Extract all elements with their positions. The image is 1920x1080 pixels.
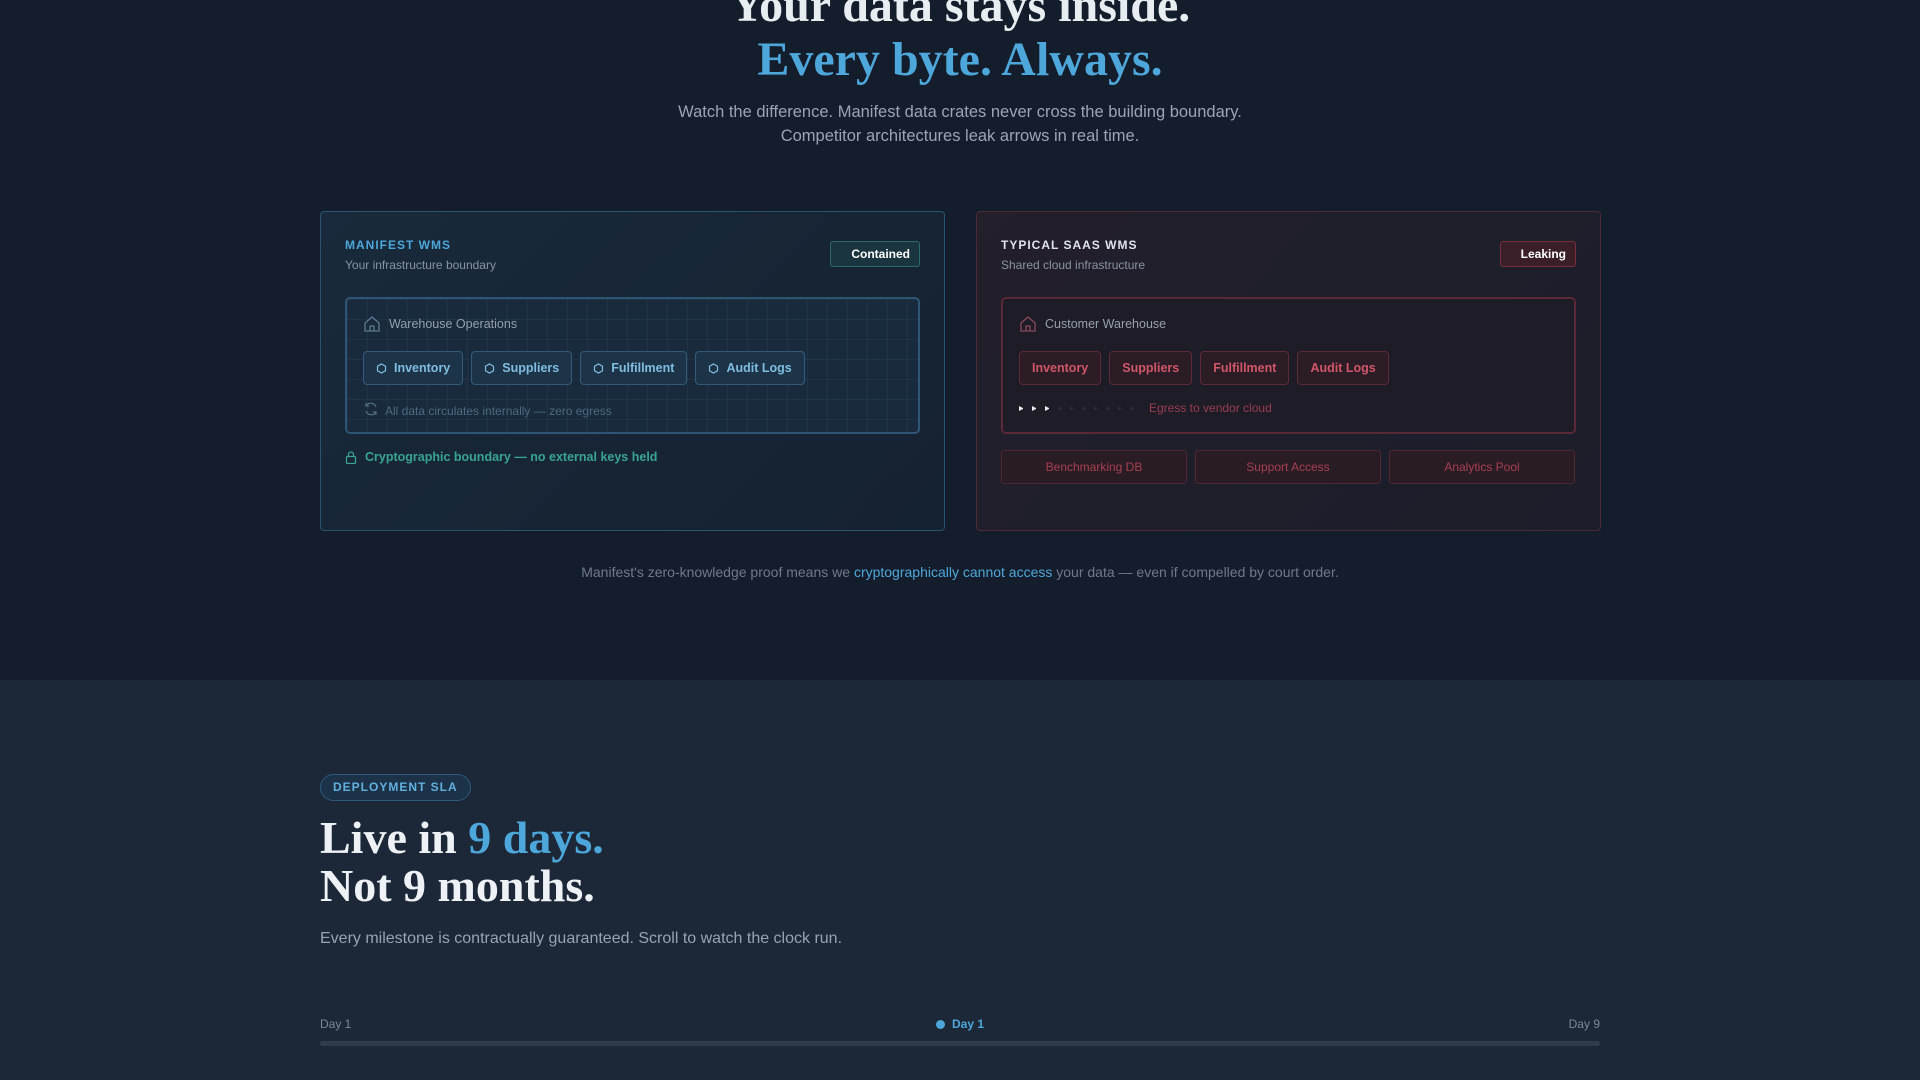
egress-dot — [1082, 406, 1085, 410]
sla-heading: Live in 9 days. Not 9 months. — [320, 814, 604, 910]
manifest-card: MANIFEST WMS Your infrastructure boundar… — [320, 211, 945, 531]
timeline-start-label: Day 1 — [320, 1017, 352, 1031]
hexagon-icon — [376, 362, 387, 374]
card-subtitle: Your infrastructure boundary — [345, 258, 496, 272]
status-badge-leaking: Leaking — [1499, 241, 1576, 267]
zero-knowledge-footnote: Manifest's zero-knowledge proof means we… — [0, 564, 1920, 580]
hexagon-icon — [484, 362, 495, 374]
egress-dot — [1118, 406, 1121, 410]
egress-dot — [1130, 406, 1133, 410]
egress-arrow-icon — [1045, 405, 1049, 411]
module-label: Fulfillment — [611, 361, 675, 375]
card-title: TYPICAL SAAS WMS — [1001, 238, 1138, 252]
lock-icon — [345, 450, 357, 464]
deployment-sla-badge: DEPLOYMENT SLA — [320, 774, 471, 801]
module-label: Suppliers — [1122, 361, 1180, 375]
leak-target-support: Support Access — [1195, 450, 1381, 484]
footnote-highlight: cryptographically cannot access — [853, 564, 1053, 580]
egress-arrow-icon — [1032, 405, 1036, 411]
sla-subtitle: Every milestone is contractually guarant… — [320, 930, 843, 947]
leak-targets: Benchmarking DB Support Access Analytics… — [1001, 450, 1575, 484]
module-list: Inventory Suppliers Fulfillment Audit Lo… — [1019, 351, 1389, 385]
footnote-text: your data — even if compelled by court o… — [1052, 564, 1339, 580]
module-inventory[interactable]: Inventory — [1019, 351, 1102, 385]
hexagon-icon — [708, 362, 719, 374]
module-fulfillment[interactable]: Fulfillment — [1200, 351, 1290, 385]
footnote-text: Manifest's zero-knowledge proof means we — [581, 564, 854, 580]
hero-title: Your data stays inside. — [729, 0, 1191, 32]
module-label: Suppliers — [502, 361, 560, 375]
warehouse-boundary-box: Warehouse Operations Inventory Suppliers… — [345, 297, 920, 434]
box-note: All data circulates internally — zero eg… — [363, 401, 612, 420]
hexagon-icon — [593, 362, 604, 374]
hero-subtitle-line: Watch the difference. Manifest data crat… — [678, 103, 1242, 121]
card-subtitle: Shared cloud infrastructure — [1001, 258, 1146, 272]
egress-dot — [1058, 406, 1061, 410]
module-audit-logs[interactable]: Audit Logs — [1297, 351, 1389, 385]
hero-title-accent: Every byte. Always. — [757, 33, 1163, 86]
customer-warehouse-box: Customer Warehouse Inventory Suppliers F… — [1001, 297, 1576, 434]
boundary-note: Cryptographic boundary — no external key… — [345, 450, 657, 464]
status-badge-contained: Contained — [830, 241, 920, 267]
module-label: Audit Logs — [726, 361, 792, 375]
card-title: MANIFEST WMS — [345, 238, 451, 252]
box-note-text: All data circulates internally — zero eg… — [385, 403, 612, 418]
module-suppliers[interactable]: Suppliers — [471, 351, 573, 385]
box-header: Customer Warehouse — [1019, 315, 1166, 333]
egress-note-text: Egress to vendor cloud — [1149, 401, 1272, 415]
box-header: Warehouse Operations — [363, 315, 517, 333]
boundary-note-text: Cryptographic boundary — no external key… — [365, 450, 658, 464]
house-icon — [1019, 315, 1037, 333]
module-label: Inventory — [394, 361, 451, 375]
module-label: Fulfillment — [1213, 361, 1277, 375]
egress-arrow-icon — [1019, 405, 1023, 411]
module-label: Audit Logs — [1310, 361, 1376, 375]
saas-card: TYPICAL SAAS WMS Shared cloud infrastruc… — [976, 211, 1601, 531]
timeline-current-label: Day 1 — [952, 1017, 985, 1031]
sla-heading-accent: 9 days. — [468, 812, 604, 863]
box-title: Warehouse Operations — [389, 317, 518, 331]
egress-dot — [1106, 406, 1109, 410]
sla-heading-text: Live in — [320, 812, 469, 863]
module-list: Inventory Suppliers Fulfillment Audit Lo… — [363, 351, 805, 385]
module-suppliers[interactable]: Suppliers — [1109, 351, 1193, 385]
egress-dot — [1094, 406, 1097, 410]
module-label: Inventory — [1032, 361, 1089, 375]
leak-target-benchmarking: Benchmarking DB — [1001, 450, 1187, 484]
hero-subtitle-line: Competitor architectures leak arrows in … — [780, 127, 1140, 145]
hero-subtitle: Watch the difference. Manifest data crat… — [0, 100, 1920, 148]
egress-arrows — [1019, 405, 1133, 411]
box-title: Customer Warehouse — [1045, 317, 1167, 331]
refresh-icon — [363, 401, 379, 420]
leak-target-analytics: Analytics Pool — [1389, 450, 1575, 484]
module-audit-logs[interactable]: Audit Logs — [695, 351, 805, 385]
timeline-current: Day 1 — [936, 1017, 984, 1031]
egress-dot — [1070, 406, 1073, 410]
timeline-progress-track[interactable] — [320, 1041, 1600, 1046]
timeline-end-label: Day 9 — [1568, 1017, 1600, 1031]
sla-heading-line2: Not 9 months. — [320, 860, 595, 911]
module-inventory[interactable]: Inventory — [363, 351, 464, 385]
house-icon — [363, 315, 381, 333]
timeline-marker-icon — [936, 1019, 945, 1029]
module-fulfillment[interactable]: Fulfillment — [580, 351, 688, 385]
egress-note: Egress to vendor cloud — [1019, 401, 1272, 415]
